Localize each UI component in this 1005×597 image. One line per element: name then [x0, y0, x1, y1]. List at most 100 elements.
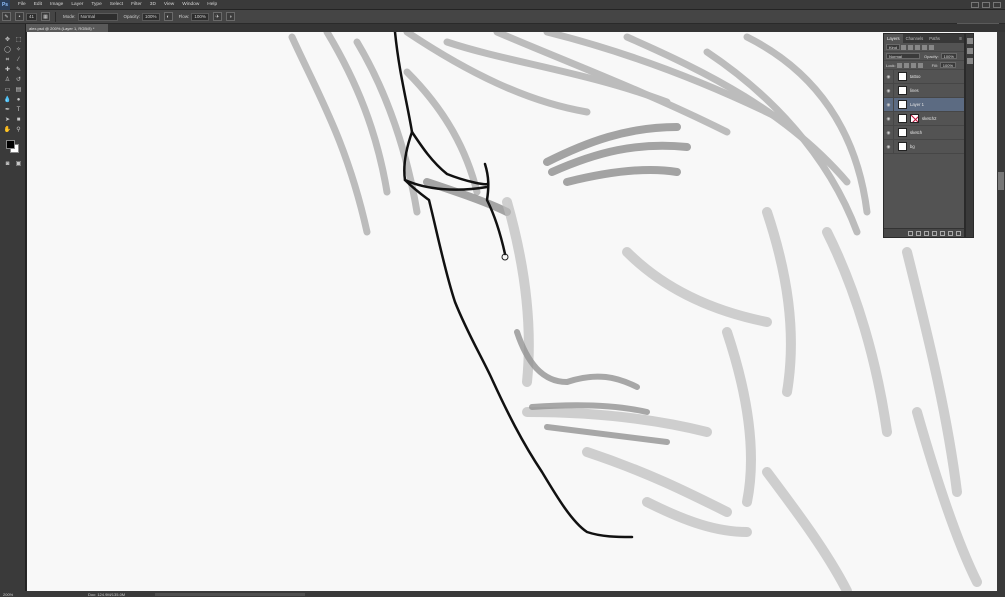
- type-tool-icon[interactable]: T: [14, 106, 23, 114]
- layer-row-layer-1[interactable]: ◉ Layer 1: [884, 97, 964, 112]
- document-canvas[interactable]: [27, 32, 997, 591]
- mode-select[interactable]: Normal: [77, 12, 118, 21]
- color-panel-icon[interactable]: [966, 58, 973, 64]
- menu-select[interactable]: Select: [106, 2, 127, 7]
- pressure-size-icon[interactable]: ◑: [225, 12, 235, 21]
- lock-transparency-icon[interactable]: [896, 62, 902, 68]
- foreground-color-swatch[interactable]: [6, 140, 15, 149]
- layer-style-icon[interactable]: [916, 230, 921, 236]
- menu-filter[interactable]: Filter: [127, 2, 146, 7]
- history-panel-icon[interactable]: [966, 38, 973, 44]
- document-tab[interactable]: alex.psd @ 200% (Layer 1, RGB/8) *: [26, 24, 108, 32]
- blend-mode-select[interactable]: Normal: [886, 53, 920, 59]
- layer-row-sketch2[interactable]: ◉ sketch2: [884, 111, 964, 126]
- adjustment-layer-icon[interactable]: [932, 230, 937, 236]
- maximize-icon[interactable]: [982, 1, 990, 8]
- eye-icon[interactable]: ◉: [884, 69, 894, 84]
- zoom-tool-icon[interactable]: ⚲: [14, 126, 23, 134]
- filter-pixel-icon[interactable]: [901, 44, 907, 50]
- zoom-level[interactable]: 200%: [0, 592, 26, 597]
- eye-icon[interactable]: ◉: [884, 125, 894, 140]
- marquee-tool-icon[interactable]: ⬚: [14, 36, 23, 44]
- path-select-tool-icon[interactable]: ➤: [3, 116, 12, 124]
- menu-view[interactable]: View: [160, 2, 178, 7]
- eye-icon[interactable]: ◉: [884, 111, 894, 126]
- tab-layers[interactable]: Layers: [884, 34, 903, 43]
- flow-field[interactable]: 100%: [191, 12, 209, 21]
- screen-mode-icon[interactable]: ▣: [14, 160, 23, 168]
- airbrush-icon[interactable]: ✈: [212, 12, 222, 21]
- minimize-icon[interactable]: [971, 1, 979, 8]
- vertical-scrollbar[interactable]: [997, 32, 1005, 591]
- lock-image-icon[interactable]: [903, 62, 909, 68]
- layer-thumbnail: [898, 114, 907, 123]
- trash-icon[interactable]: [956, 230, 961, 236]
- panel-dock: [965, 33, 974, 238]
- filter-type-icon[interactable]: [915, 44, 921, 50]
- brush-preset-icon[interactable]: •: [15, 12, 24, 21]
- layer-name: tattoo: [910, 74, 921, 79]
- eraser-tool-icon[interactable]: ▭: [3, 86, 12, 94]
- blur-tool-icon[interactable]: 💧: [3, 96, 12, 104]
- shape-tool-icon[interactable]: ■: [14, 116, 23, 124]
- history-brush-tool-icon[interactable]: ↺: [14, 76, 23, 84]
- link-layers-icon[interactable]: [908, 230, 913, 236]
- eyedropper-tool-icon[interactable]: ⁄: [14, 56, 23, 64]
- layer-row-lines[interactable]: ◉ lines: [884, 83, 964, 98]
- lock-position-icon[interactable]: [910, 62, 916, 68]
- layer-opacity-field[interactable]: 100%: [940, 53, 957, 59]
- healing-tool-icon[interactable]: ✚: [3, 66, 12, 74]
- layer-row-tattoo[interactable]: ◉ tattoo: [884, 69, 964, 84]
- pressure-opacity-icon[interactable]: ◐: [163, 12, 173, 21]
- brush-tool-icon[interactable]: ✎: [14, 66, 23, 74]
- layer-row-bg[interactable]: ◉ bg: [884, 139, 964, 154]
- fill-label: Fill:: [931, 62, 938, 68]
- clone-stamp-tool-icon[interactable]: ♙: [3, 76, 12, 84]
- filter-smart-object-icon[interactable]: [929, 44, 935, 50]
- eye-icon[interactable]: ◉: [884, 97, 894, 112]
- pen-tool-icon[interactable]: ✒: [3, 106, 12, 114]
- add-mask-icon[interactable]: [924, 230, 929, 236]
- menu-file[interactable]: File: [14, 2, 30, 7]
- disabled-mask-icon[interactable]: [910, 114, 919, 123]
- opacity-field[interactable]: 100%: [142, 12, 160, 21]
- close-icon[interactable]: [993, 1, 1001, 8]
- menu-help[interactable]: Help: [203, 2, 221, 7]
- tab-channels[interactable]: Channels: [903, 34, 927, 43]
- lock-all-icon[interactable]: [917, 62, 923, 68]
- eye-icon[interactable]: ◉: [884, 139, 894, 154]
- menu-bar: Ps File Edit Image Layer Type Select Fil…: [0, 0, 1005, 10]
- document-size[interactable]: Doc: 124.9M/135.0M: [26, 592, 125, 597]
- panel-menu-icon[interactable]: ≡: [959, 34, 964, 43]
- filter-shape-icon[interactable]: [922, 44, 928, 50]
- fill-field[interactable]: 100%: [939, 62, 957, 68]
- kind-filter-select[interactable]: Kind: [886, 44, 901, 50]
- brush-size-field[interactable]: 41: [26, 12, 38, 21]
- menu-3d[interactable]: 3D: [146, 2, 160, 7]
- new-layer-icon[interactable]: [948, 230, 953, 236]
- menu-type[interactable]: Type: [87, 2, 105, 7]
- move-tool-icon[interactable]: ✥: [3, 36, 12, 44]
- horizontal-scrollbar[interactable]: [155, 592, 306, 596]
- scrollbar-thumb[interactable]: [998, 172, 1004, 190]
- crop-tool-icon[interactable]: ⌗: [3, 56, 12, 64]
- lasso-tool-icon[interactable]: ◯: [3, 46, 12, 54]
- menu-edit[interactable]: Edit: [30, 2, 46, 7]
- menu-image[interactable]: Image: [46, 2, 67, 7]
- tab-paths[interactable]: Paths: [926, 34, 943, 43]
- hand-tool-icon[interactable]: ✋: [3, 126, 12, 134]
- quick-select-tool-icon[interactable]: ✧: [14, 46, 23, 54]
- gradient-tool-icon[interactable]: ▤: [14, 86, 23, 94]
- new-group-icon[interactable]: [940, 230, 945, 236]
- toggle-brush-panel-icon[interactable]: ▦: [41, 12, 51, 21]
- menu-layer[interactable]: Layer: [67, 2, 87, 7]
- document-tab-bar: alex.psd @ 200% (Layer 1, RGB/8) *: [26, 24, 1005, 32]
- brush-icon[interactable]: ✎: [2, 12, 11, 21]
- quick-mask-icon[interactable]: ◙: [3, 160, 12, 168]
- dodge-tool-icon[interactable]: ●: [14, 96, 23, 104]
- layer-row-sketch[interactable]: ◉ sketch: [884, 125, 964, 140]
- filter-adjustment-icon[interactable]: [908, 44, 914, 50]
- eye-icon[interactable]: ◉: [884, 83, 894, 98]
- brush-panel-icon[interactable]: [966, 48, 973, 54]
- menu-window[interactable]: Window: [178, 2, 203, 7]
